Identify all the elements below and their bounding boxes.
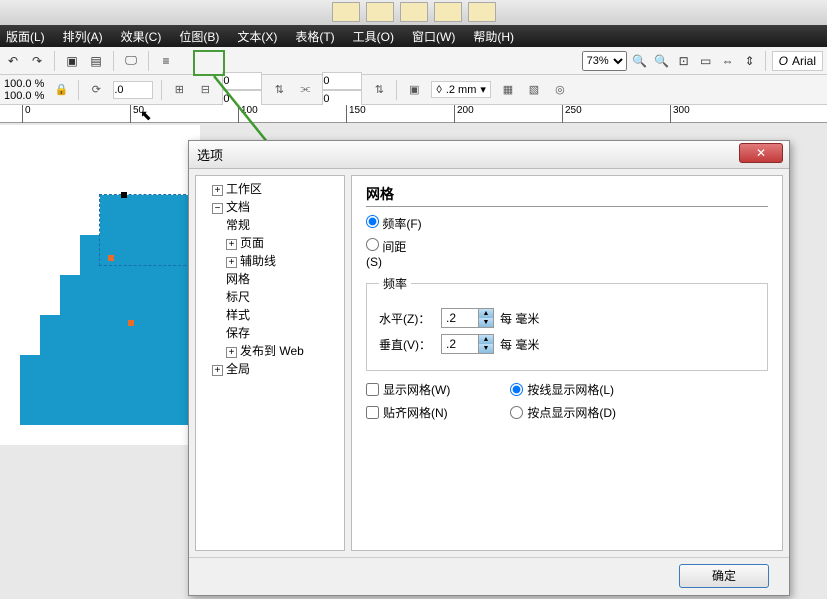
menu-layout[interactable]: 版面(L) [6, 28, 45, 45]
font-select[interactable]: OArial [772, 51, 823, 71]
canvas-area[interactable] [0, 125, 200, 445]
scale-readout: 100.0 % 100.0 % [4, 78, 44, 102]
zoom-height-icon[interactable]: ⇕ [741, 52, 759, 70]
options-icon[interactable]: ≡ [157, 52, 175, 70]
zoom-out-icon[interactable]: 🔍 [653, 52, 671, 70]
label-horizontal: 水平(Z)： [379, 310, 435, 327]
grid-panel: 网格 频率(F) 间距(S) 频率 水平(Z)： ▲▼ 每 毫米 垂直(V)： … [351, 175, 783, 551]
zoom-in-icon[interactable]: 🔍 [631, 52, 649, 70]
rotation-input[interactable] [113, 81, 153, 99]
tree-grid[interactable]: 网格 [226, 270, 342, 288]
menu-bitmap[interactable]: 位图(B) [179, 28, 219, 45]
toolbar-main: ↶ ↷ ▣ ▤ 🖵 ≡ 73% 🔍 🔍 ⊡ ▭ ⇔ ⇕ OArial [0, 47, 827, 75]
screen-icon[interactable]: 🖵 [122, 52, 140, 70]
toolbar-properties: 100.0 % 100.0 % 🔒 ⟳ ⊞ ⊟ ⇅ ⫘ ⇅ ▣ ◊.2 mm▾ … [0, 75, 827, 105]
dialog-title: 选项 [197, 145, 223, 164]
lock-icon[interactable]: 🔒 [52, 81, 70, 99]
menu-effects[interactable]: 效果(C) [121, 28, 162, 45]
distribute-icon[interactable]: ⊟ [196, 81, 214, 99]
close-button[interactable]: ✕ [739, 143, 783, 163]
tree-document[interactable]: −文档 常规 +页面 +辅助线 网格 标尺 样式 保存 +发布到 Web [212, 198, 342, 360]
tree-ruler[interactable]: 标尺 [226, 288, 342, 306]
frequency-fieldset: 频率 水平(Z)： ▲▼ 每 毫米 垂直(V)： ▲▼ 每 毫米 [366, 275, 768, 371]
back-icon[interactable]: ▧ [525, 81, 543, 99]
export-icon[interactable]: ▤ [87, 52, 105, 70]
unit-v: 每 毫米 [500, 336, 539, 353]
spinner-icon[interactable]: ⇅ [270, 81, 288, 99]
panel-heading: 网格 [366, 184, 768, 207]
rotate-icon: ⟳ [87, 81, 105, 99]
val-a1[interactable] [222, 72, 262, 90]
import-icon[interactable]: ▣ [63, 52, 81, 70]
zoom-select[interactable]: 73% [582, 51, 627, 71]
radio-show-line[interactable]: 按线显示网格(L) [510, 381, 616, 398]
wrap-icon[interactable]: ▣ [405, 81, 423, 99]
ruler-horizontal: 0 50 100 150 200 250 300 ⬉ [0, 105, 827, 123]
cursor-icon: ⬉ [140, 107, 152, 124]
dialog-titlebar[interactable]: 选项 ✕ [189, 141, 789, 169]
vertical-spinner[interactable]: ▲▼ [441, 334, 494, 354]
align-icon[interactable]: ⊞ [170, 81, 188, 99]
dialog-footer: 确定 [189, 557, 789, 593]
val-b1[interactable] [322, 72, 362, 90]
radio-show-dot[interactable]: 按点显示网格(D) [510, 404, 616, 421]
menu-window[interactable]: 窗口(W) [412, 28, 455, 45]
horizontal-spinner[interactable]: ▲▼ [441, 308, 494, 328]
window-frame [0, 0, 827, 25]
menu-arrange[interactable]: 排列(A) [63, 28, 103, 45]
menu-table[interactable]: 表格(T) [295, 28, 334, 45]
menu-help[interactable]: 帮助(H) [473, 28, 514, 45]
menu-text[interactable]: 文本(X) [237, 28, 277, 45]
tree-global[interactable]: +全局 [212, 360, 342, 378]
check-show-grid[interactable]: 显示网格(W) [366, 381, 450, 398]
radio-frequency[interactable]: 频率(F) [366, 215, 422, 232]
redo-icon[interactable]: ↷ [28, 52, 46, 70]
link-icon[interactable]: ⫘ [296, 81, 314, 99]
menu-bar: 版面(L) 排列(A) 效果(C) 位图(B) 文本(X) 表格(T) 工具(O… [0, 25, 827, 47]
undo-icon[interactable]: ↶ [4, 52, 22, 70]
convert-icon[interactable]: ◎ [551, 81, 569, 99]
tree-workspace[interactable]: +工作区 [212, 180, 342, 198]
zoom-width-icon[interactable]: ⇔ [719, 52, 737, 70]
zoom-page-icon[interactable]: ▭ [697, 52, 715, 70]
zoom-fit-icon[interactable]: ⊡ [675, 52, 693, 70]
check-snap-grid[interactable]: 贴齐网格(N) [366, 404, 450, 421]
ok-button[interactable]: 确定 [679, 564, 769, 588]
tree-guides[interactable]: +辅助线 [226, 252, 342, 270]
outline-width[interactable]: ◊.2 mm▾ [431, 81, 491, 98]
options-tree[interactable]: +工作区 −文档 常规 +页面 +辅助线 网格 标尺 样式 保存 +发布到 We… [195, 175, 345, 551]
options-dialog: 选项 ✕ +工作区 −文档 常规 +页面 +辅助线 网格 标尺 样式 保存 +发… [188, 140, 790, 596]
radio-spacing[interactable]: 间距(S) [366, 238, 422, 269]
tree-publish[interactable]: +发布到 Web [226, 342, 342, 360]
tree-page[interactable]: +页面 [226, 234, 342, 252]
front-icon[interactable]: ▦ [499, 81, 517, 99]
tree-style[interactable]: 样式 [226, 306, 342, 324]
tree-save[interactable]: 保存 [226, 324, 342, 342]
label-vertical: 垂直(V)： [379, 336, 435, 353]
menu-tools[interactable]: 工具(O) [353, 28, 394, 45]
tree-general[interactable]: 常规 [226, 216, 342, 234]
spinner2-icon[interactable]: ⇅ [370, 81, 388, 99]
zoom-group: 73% 🔍 🔍 ⊡ ▭ ⇔ ⇕ OArial [582, 51, 823, 71]
unit-h: 每 毫米 [500, 310, 539, 327]
